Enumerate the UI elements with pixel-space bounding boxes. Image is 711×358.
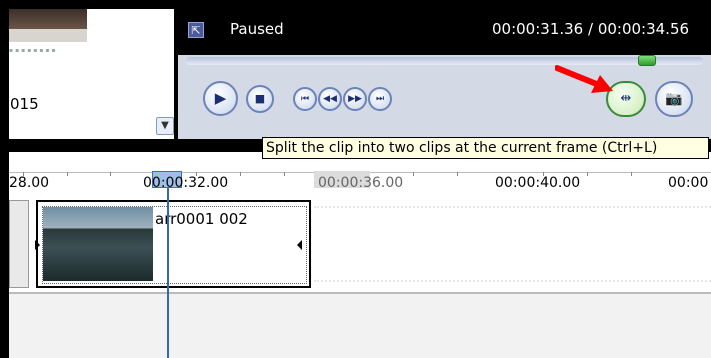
- track-guide-bottom: [314, 280, 711, 283]
- playback-status: Paused: [230, 20, 284, 38]
- stop-button[interactable]: ■: [246, 85, 274, 113]
- player-status-bar: ⇱ Paused 00:00:31.36 / 00:00:34.56: [178, 9, 711, 55]
- collection-pane: ▪▪▪▪▪▪▪▪ 015 ▼: [9, 9, 174, 139]
- ruler-tick: [413, 172, 414, 176]
- rewind-icon: ◀◀: [323, 94, 337, 104]
- ruler-label: 00:00: [668, 175, 709, 191]
- preview-monitor: ⇱ Paused 00:00:31.36 / 00:00:34.56 ▶ ■ ⏮…: [178, 9, 711, 139]
- rewind-button[interactable]: ◀◀: [318, 87, 342, 111]
- annotation-arrow-icon: [555, 65, 613, 93]
- previous-clip-edge[interactable]: [9, 200, 29, 288]
- forward-icon: ▶▶: [348, 94, 362, 104]
- ruler-tick: [110, 172, 111, 176]
- forward-button[interactable]: ▶▶: [343, 87, 367, 111]
- play-icon: ▶: [214, 89, 227, 107]
- chevron-down-icon[interactable]: ▼: [156, 117, 174, 135]
- audio-track[interactable]: [9, 294, 711, 358]
- ruler-label: 00:00:36.00: [318, 175, 404, 191]
- previous-frame-button[interactable]: ⏮: [293, 87, 317, 111]
- split-tooltip: Split the clip into two clips at the cur…: [262, 137, 709, 159]
- take-picture-button[interactable]: 📷: [655, 81, 693, 117]
- track-guide-top: [314, 206, 711, 209]
- timeline-clip[interactable]: arr0001 002: [36, 200, 311, 288]
- trim-handle-right-icon[interactable]: [297, 240, 302, 250]
- ruler-tick: [67, 172, 68, 176]
- time-display: 00:00:31.36 / 00:00:34.56: [492, 20, 690, 38]
- clip-thumbnail: [43, 207, 153, 281]
- thumbnail-filmstrip-dots: ▪▪▪▪▪▪▪▪: [9, 47, 58, 54]
- seek-bar[interactable]: [186, 57, 703, 65]
- trim-handle-left-icon[interactable]: [35, 240, 40, 250]
- restore-icon[interactable]: ⇱: [188, 22, 204, 38]
- ruler-label: 00:00:40.00: [495, 175, 581, 191]
- ruler-label: 28.00: [9, 175, 50, 191]
- stop-icon: ■: [254, 92, 266, 105]
- ruler-tick: [457, 172, 458, 176]
- ruler-tick: [631, 172, 632, 176]
- camera-icon: 📷: [665, 91, 683, 107]
- ruler-tick: [284, 172, 285, 176]
- clip-name: 015: [10, 95, 39, 113]
- seek-thumb[interactable]: [638, 55, 656, 66]
- split-icon: ⇹: [620, 91, 632, 106]
- clip-thumbnail[interactable]: [9, 9, 87, 42]
- playhead-line[interactable]: [167, 188, 169, 358]
- ruler-tick: [240, 172, 241, 176]
- video-track[interactable]: arr0001 002: [9, 198, 711, 292]
- ruler-tick: [587, 172, 588, 176]
- next-frame-button[interactable]: ⏭: [368, 87, 392, 111]
- play-button[interactable]: ▶: [203, 81, 238, 116]
- previous-frame-icon: ⏮: [300, 94, 310, 104]
- ruler-label: 00:00:32.00: [143, 175, 229, 191]
- next-frame-icon: ⏭: [375, 94, 385, 104]
